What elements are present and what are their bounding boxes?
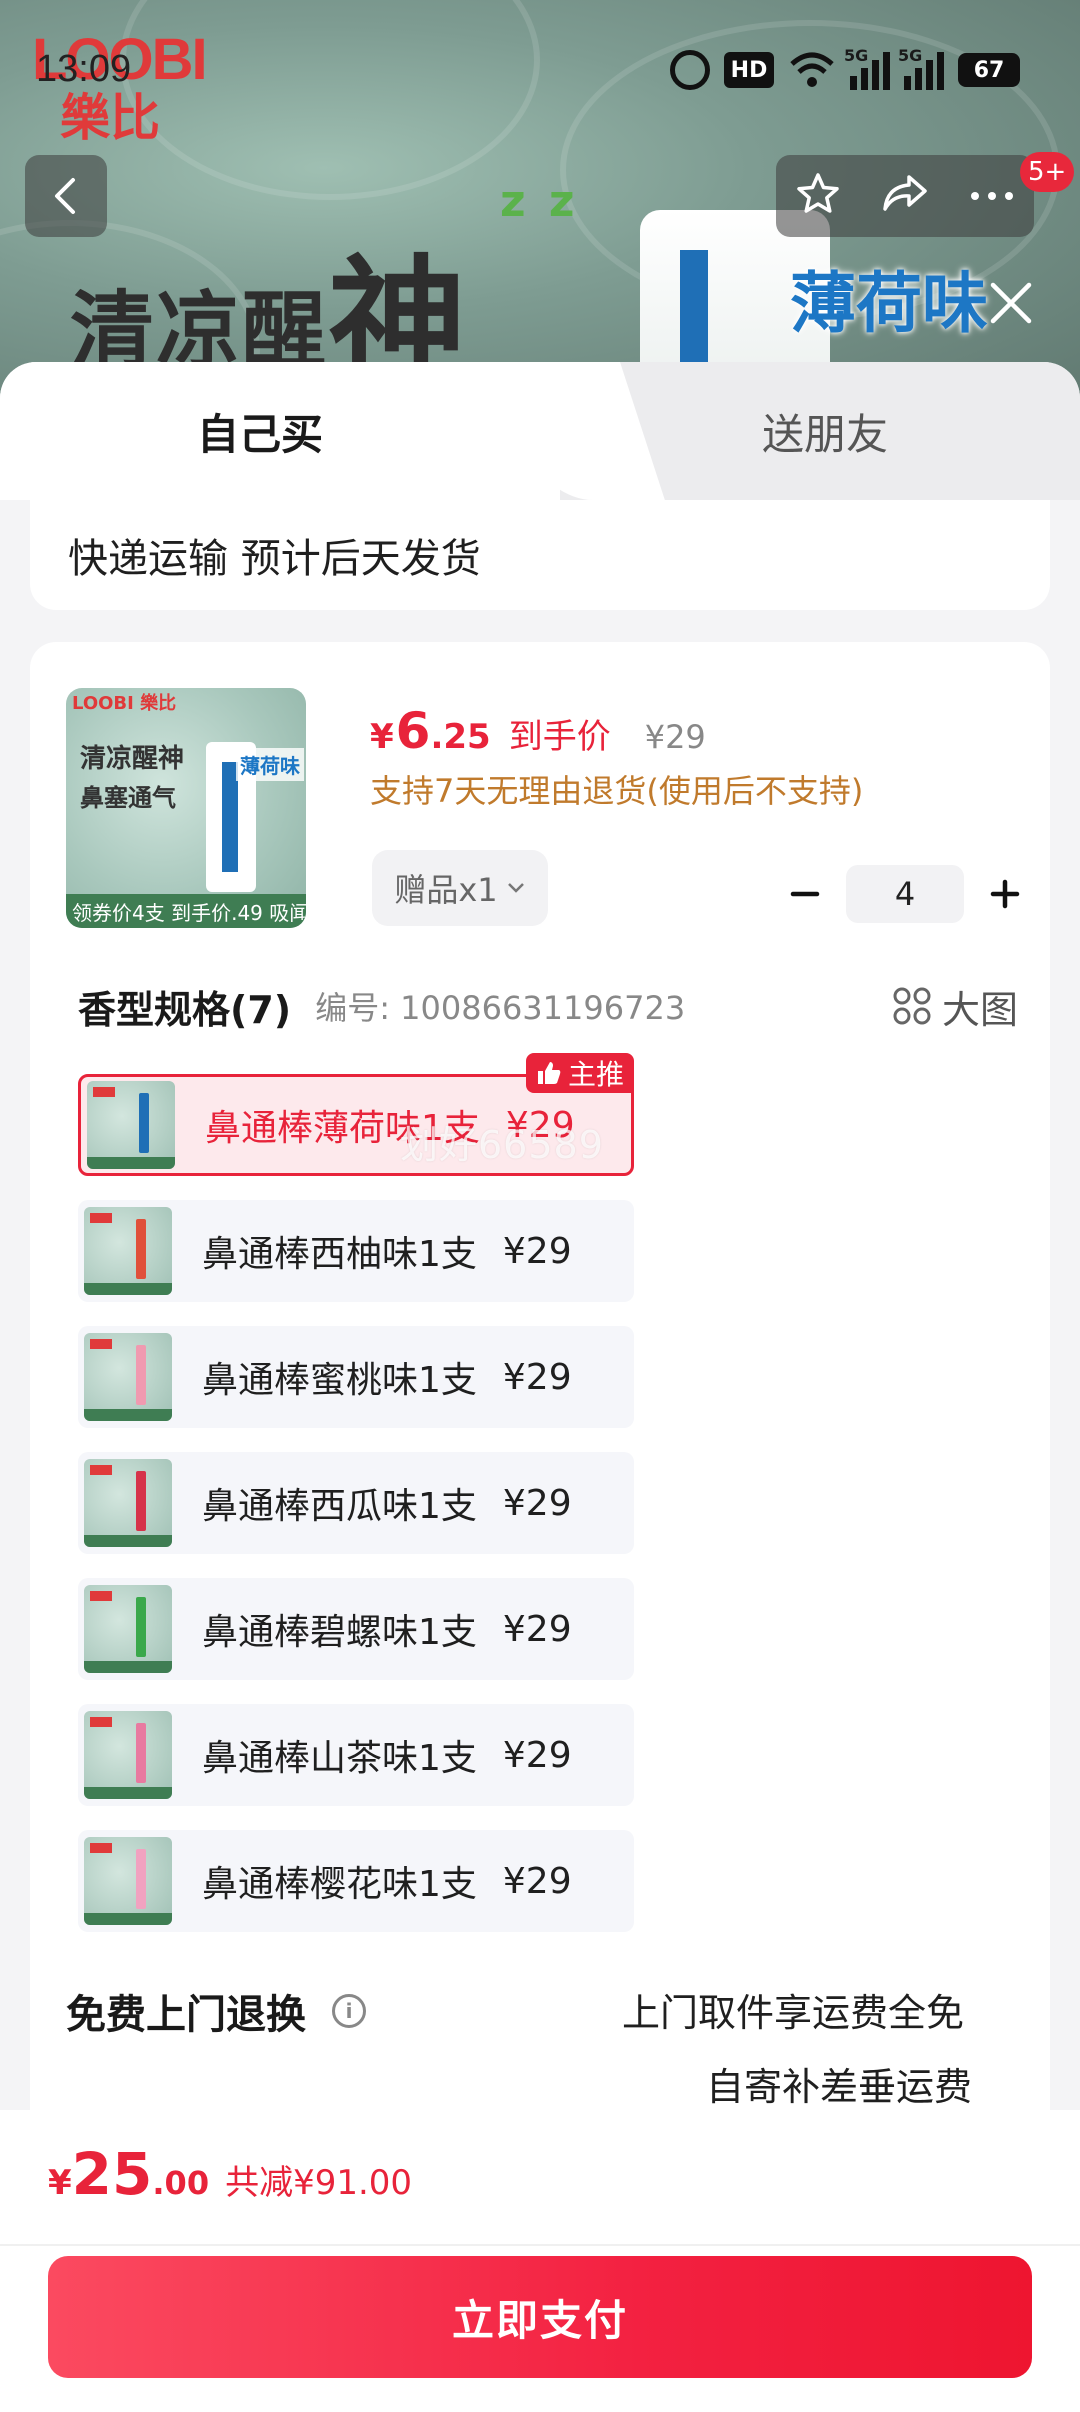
- big-view-toggle[interactable]: 大图: [892, 979, 1018, 1034]
- variant-option-peach[interactable]: 鼻通棒蜜桃味1支 ¥29: [78, 1326, 634, 1428]
- chevron-down-icon: [507, 883, 524, 893]
- variant-option-biluo[interactable]: 鼻通棒碧螺味1支 ¥29: [78, 1578, 634, 1680]
- variant-thumbnail: [84, 1207, 172, 1295]
- hd-icon: HD: [724, 52, 774, 88]
- checkout-bar: ¥ 25 .00 共减¥91.00 立即支付: [0, 2110, 1080, 2412]
- tab-buy-for-self[interactable]: 自己买: [0, 362, 520, 500]
- recommended-badge: 主推: [525, 1053, 634, 1093]
- plus-icon: [990, 879, 1020, 909]
- signal-icon-2: 5G: [898, 46, 944, 90]
- variant-thumbnail: [84, 1711, 172, 1799]
- more-icon[interactable]: [969, 187, 1015, 206]
- purchase-sheet: 自己买 送朋友 快递运输 预计后天发货 LOOBI 樂比 清凉醒神 鼻塞通气 薄…: [0, 362, 1080, 2412]
- variant-option-watermelon[interactable]: 鼻通棒西瓜味1支 ¥29: [78, 1452, 634, 1554]
- increase-quantity-button[interactable]: [970, 864, 1040, 924]
- quantity-input[interactable]: 4: [846, 865, 964, 923]
- product-code: 编号: 10086631196723: [315, 989, 686, 1027]
- purchase-tabs: 自己买 送朋友: [0, 362, 1080, 500]
- status-icons: HD 5G 5G 67: [670, 46, 1020, 90]
- divider: [0, 2244, 1080, 2246]
- back-button[interactable]: [25, 155, 107, 237]
- status-bar: 13:09 HD 5G 5G 67: [0, 40, 1080, 102]
- spec-header: 香型规格(7) 编号: 10086631196723 大图: [78, 976, 1018, 1036]
- alarm-icon: [670, 50, 710, 90]
- variant-option-camellia[interactable]: 鼻通棒山茶味1支 ¥29: [78, 1704, 634, 1806]
- message-badge: 5+: [1020, 152, 1075, 192]
- share-icon[interactable]: [879, 171, 931, 221]
- price-line: ¥ 6 .25 到手价 ¥29: [370, 702, 706, 760]
- return-policy: 支持7天无理由退货(使用后不支持): [370, 772, 864, 810]
- free-return-title: 免费上门退换: [66, 1992, 306, 2038]
- battery-icon: 67: [958, 53, 1020, 87]
- final-price-label: 到手价: [508, 717, 611, 757]
- original-price: ¥29: [644, 718, 706, 756]
- spec-title: 香型规格(7): [78, 987, 292, 1032]
- banner-zzz: z z: [500, 176, 579, 227]
- close-icon: [990, 282, 1032, 324]
- product-thumbnail[interactable]: LOOBI 樂比 清凉醒神 鼻塞通气 薄荷味 领券价4支 到手价.49 吸闻涂抹…: [66, 688, 306, 928]
- variant-thumbnail: [87, 1081, 175, 1169]
- free-return-self-send: 自寄补差垂运费: [706, 2065, 973, 2109]
- variant-thumbnail: [84, 1459, 172, 1547]
- watermark: 划好66589: [400, 1123, 604, 1167]
- pay-now-button[interactable]: 立即支付: [48, 2256, 1032, 2378]
- decrease-quantity-button[interactable]: [770, 864, 840, 924]
- variant-option-grapefruit[interactable]: 鼻通棒西柚味1支 ¥29: [78, 1200, 634, 1302]
- signal-icon: 5G: [844, 46, 890, 90]
- variant-option-sakura[interactable]: 鼻通棒樱花味1支 ¥29: [78, 1830, 634, 1932]
- sheet-scroll-area[interactable]: 快递运输 预计后天发货 LOOBI 樂比 清凉醒神 鼻塞通气 薄荷味 领券价4支…: [0, 500, 1080, 2112]
- shipping-info: 快递运输 预计后天发货: [30, 500, 1050, 610]
- variant-thumbnail: [84, 1333, 172, 1421]
- free-return-pickup: 上门取件享运费全免: [622, 1991, 965, 2035]
- nav-action-group: [776, 155, 1034, 237]
- chevron-left-icon: [55, 178, 75, 214]
- variant-thumbnail: [84, 1585, 172, 1673]
- tab-gift-to-friend[interactable]: 送朋友: [570, 362, 1080, 500]
- total-savings: 共减¥91.00: [225, 2163, 413, 2203]
- star-icon[interactable]: [795, 171, 841, 221]
- thumbs-up-icon: [537, 1062, 561, 1084]
- wifi-icon: [788, 50, 836, 90]
- banner-flavor-label: 薄荷味: [790, 265, 988, 342]
- quantity-stepper: 4: [770, 864, 1040, 924]
- close-button[interactable]: [976, 268, 1046, 338]
- minus-icon: [790, 891, 820, 897]
- product-card: LOOBI 樂比 清凉醒神 鼻塞通气 薄荷味 领券价4支 到手价.49 吸闻涂抹…: [30, 642, 1050, 2112]
- grid-icon: [893, 987, 931, 1025]
- total-price: ¥ 25 .00 共减¥91.00: [48, 2140, 413, 2208]
- status-time: 13:09: [36, 48, 132, 90]
- variant-thumbnail: [84, 1837, 172, 1925]
- info-icon[interactable]: i: [332, 1994, 366, 2028]
- gift-selector[interactable]: 赠品x1: [372, 850, 548, 926]
